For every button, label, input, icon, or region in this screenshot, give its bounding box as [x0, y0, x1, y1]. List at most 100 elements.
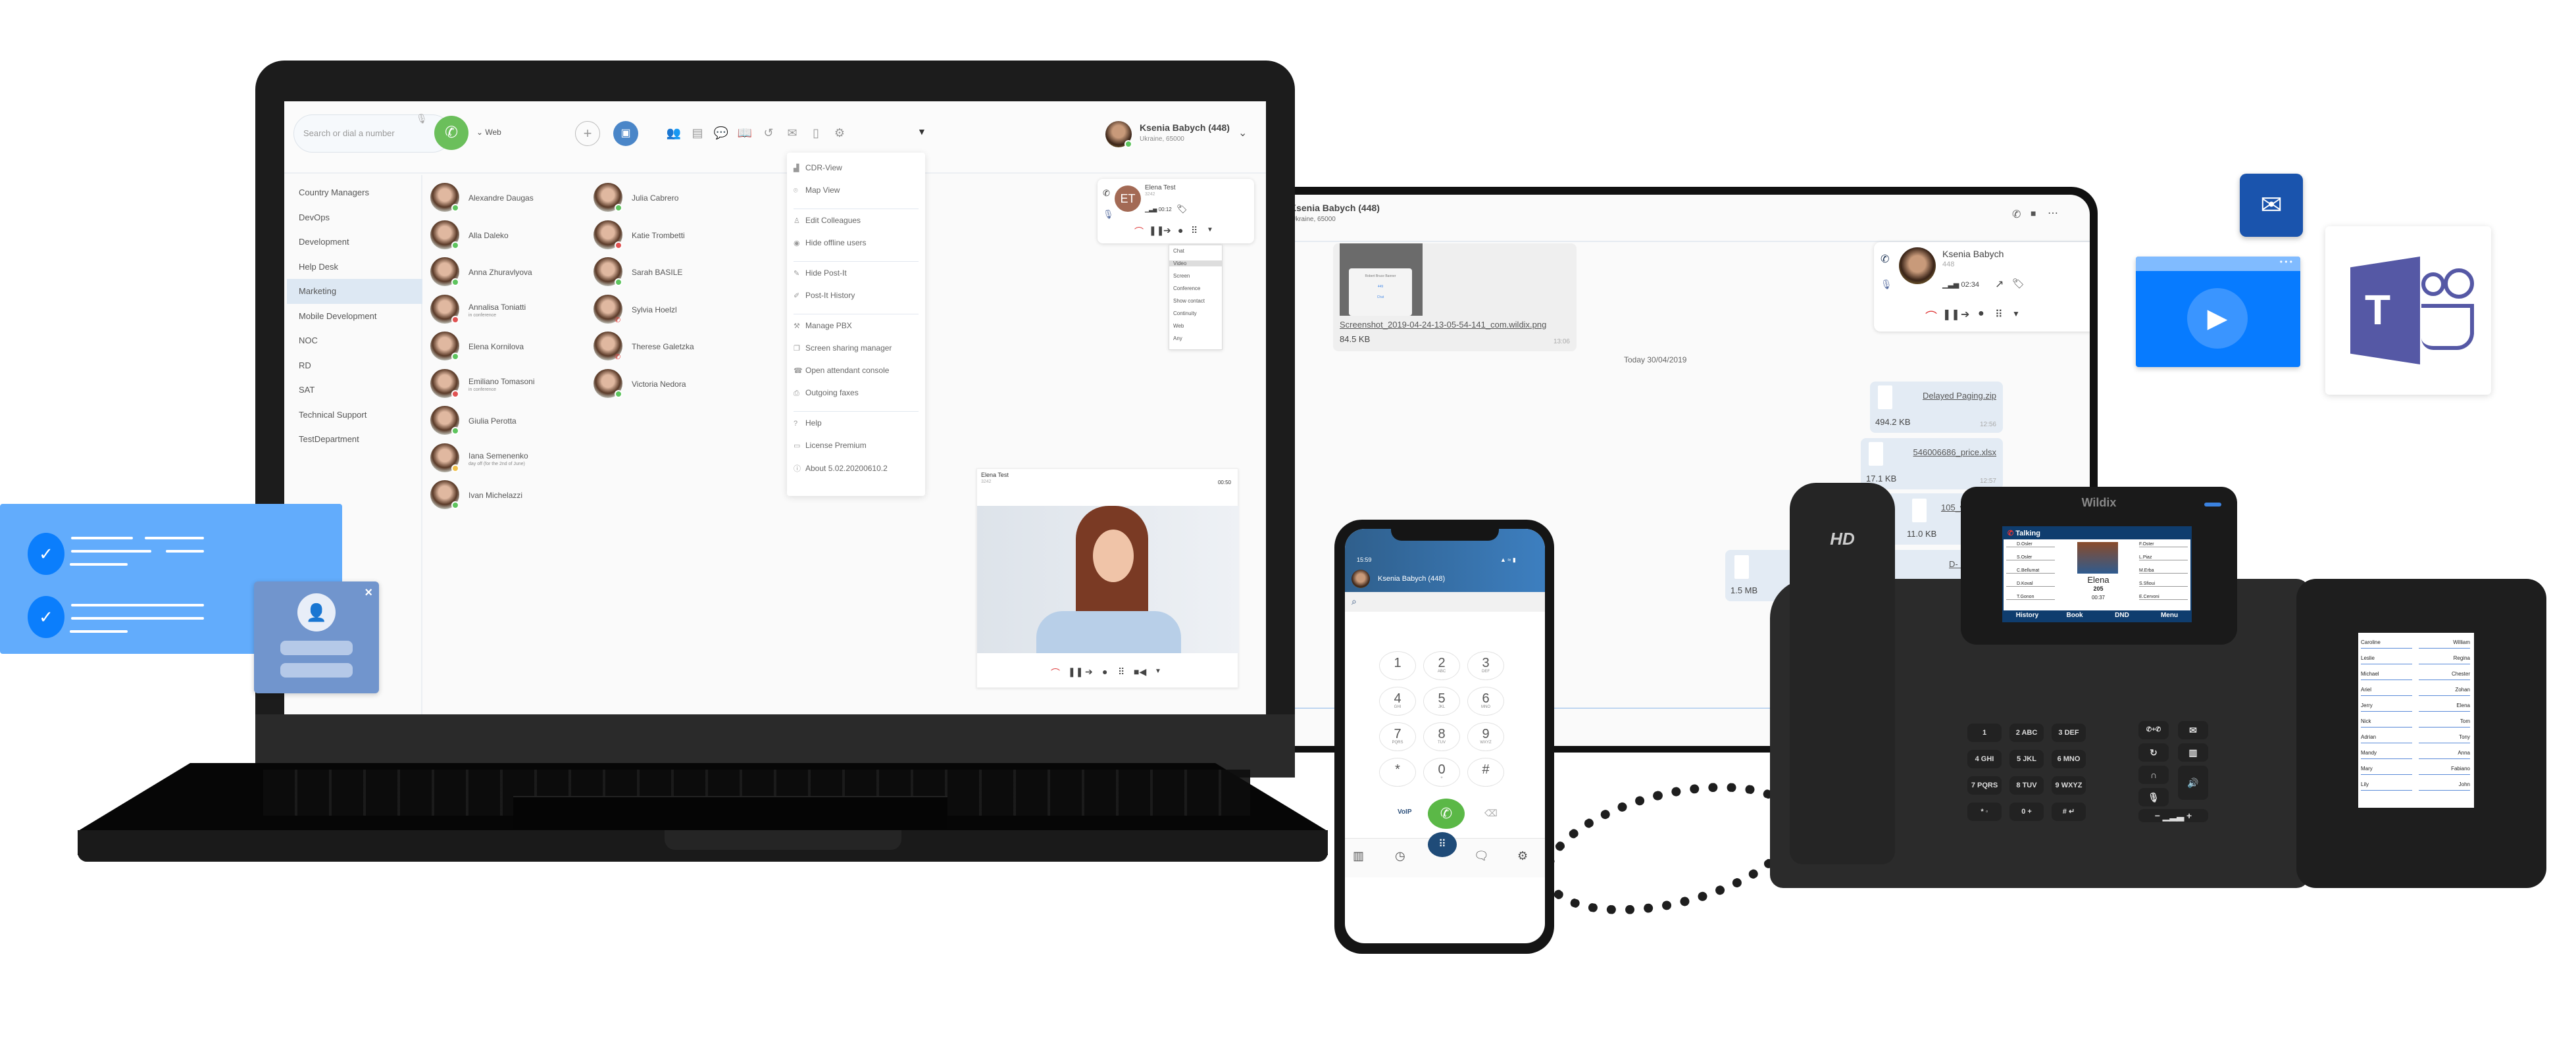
- volume-slider[interactable]: − ▁▂▃ +: [2138, 809, 2208, 822]
- call-button[interactable]: ✆: [434, 116, 468, 150]
- desk-phone-key[interactable]: 8 TUV: [2009, 776, 2044, 795]
- expansion-entry[interactable]: William: [2419, 639, 2470, 649]
- expansion-entry[interactable]: Lily: [2361, 781, 2412, 791]
- blf-entry[interactable]: M.Erba: [2139, 568, 2188, 574]
- speaker-key[interactable]: 🔊: [2178, 766, 2208, 800]
- contact-item[interactable]: Katie Trombetti: [593, 220, 765, 257]
- dialpad-key[interactable]: 0 +: [1423, 758, 1460, 787]
- settings-icon[interactable]: ⚙: [832, 126, 847, 140]
- expansion-entry[interactable]: Fabiano: [2419, 766, 2470, 775]
- hold-button[interactable]: ❚❚: [1068, 666, 1083, 678]
- mobile-call-button[interactable]: ✆: [1428, 799, 1465, 829]
- message-key[interactable]: ✉: [2178, 721, 2208, 739]
- dialpad-key[interactable]: 7 PQRS: [1379, 722, 1416, 751]
- mobile-search-bar[interactable]: ⌕: [1345, 592, 1545, 612]
- sidebar-item-department[interactable]: Mobile Development: [299, 304, 422, 329]
- settings-icon[interactable]: ⚙: [1517, 849, 1528, 863]
- record-button[interactable]: ●: [1178, 225, 1183, 235]
- expansion-entry[interactable]: Elena: [2419, 703, 2470, 712]
- blf-entry[interactable]: E.Cervoni: [2139, 595, 2188, 600]
- call-option-item[interactable]: Show contact: [1173, 298, 1205, 304]
- call-option-item[interactable]: Chat: [1173, 248, 1184, 254]
- more-options-icon[interactable]: ⋯: [2048, 207, 2058, 220]
- sidebar-item-department[interactable]: Country Managers: [299, 180, 422, 205]
- colleagues-icon[interactable]: 👥: [666, 126, 682, 140]
- dialpad-key[interactable]: 4 GHI: [1379, 687, 1416, 716]
- call-more-caret[interactable]: ▼: [1207, 226, 1213, 234]
- screen-share-button[interactable]: ▣: [613, 121, 638, 146]
- external-link-icon[interactable]: ↗: [1995, 278, 2004, 291]
- blf-entry[interactable]: F.Oster: [2139, 542, 2188, 547]
- phonebook-icon[interactable]: ▥: [1353, 849, 1364, 863]
- video-camera-icon[interactable]: ■◀: [1134, 666, 1146, 678]
- chevron-down-icon[interactable]: ⌄: [1238, 126, 1247, 139]
- sidebar-item-department[interactable]: Development: [299, 230, 422, 255]
- desk-phone-key[interactable]: 3 DEF: [2052, 724, 2086, 742]
- menu-item[interactable]: ◉ Hide offline users: [794, 238, 867, 247]
- phonebook-key[interactable]: ▥: [2178, 743, 2208, 762]
- blf-entry[interactable]: S.Osler: [2006, 555, 2055, 560]
- hangup-button[interactable]: ⌒: [1134, 225, 1144, 238]
- contact-item[interactable]: Annalisa Toniatti in conference: [430, 294, 601, 332]
- dialpad-icon[interactable]: ⠿: [1428, 832, 1457, 857]
- dialpad-key[interactable]: 2 ABC: [1423, 651, 1460, 680]
- sidebar-icon[interactable]: ▯: [808, 126, 824, 140]
- desk-phone-key[interactable]: 9 WXYZ: [2052, 776, 2086, 795]
- contact-item[interactable]: Giulia Perotta: [430, 406, 601, 443]
- softkey[interactable]: History: [2004, 612, 2051, 619]
- message-image-attachment[interactable]: Robert Bruce Banner 449 Chat Screenshot_…: [1333, 243, 1577, 351]
- chat-icon[interactable]: 🗨: [1474, 849, 1489, 863]
- contact-item[interactable]: Iana Semenenko day off (for the 2nd of Ju…: [430, 443, 601, 480]
- dialpad-key[interactable]: 1: [1379, 651, 1416, 680]
- expansion-entry[interactable]: Regina: [2419, 655, 2470, 664]
- dialpad-key[interactable]: 8 TUV: [1423, 722, 1460, 751]
- message-file-attachment[interactable]: Delayed Paging.zip 494.2 KB 12:56: [1870, 382, 2003, 433]
- expansion-entry[interactable]: John: [2419, 781, 2470, 791]
- menu-item[interactable]: ✎ Hide Post-It: [794, 268, 847, 278]
- hold-button[interactable]: ❚❚: [1149, 225, 1164, 236]
- contact-item[interactable]: Victoria Nedora: [593, 368, 765, 406]
- user-avatar[interactable]: [1351, 570, 1370, 588]
- menu-item[interactable]: ▭ License Premium: [794, 441, 867, 450]
- menu-item[interactable]: ▟ CDR-View: [794, 163, 842, 172]
- dialpad-key[interactable]: #: [1467, 758, 1504, 787]
- expansion-entry[interactable]: Tom: [2419, 718, 2470, 728]
- tag-icon[interactable]: 🏷: [2012, 278, 2025, 289]
- blf-entry[interactable]: D.Osler: [2006, 542, 2055, 547]
- redial-key[interactable]: ↻: [2138, 743, 2169, 762]
- hold-button[interactable]: ❚❚: [1942, 308, 1960, 321]
- microphone-icon[interactable]: 🎙: [416, 113, 428, 124]
- contact-item[interactable]: Julia Cabrero: [593, 183, 765, 220]
- contact-item[interactable]: Emiliano Tomasoni in conference: [430, 368, 601, 406]
- image-thumbnail[interactable]: Robert Bruce Banner 449 Chat: [1340, 243, 1423, 316]
- phonebook-icon[interactable]: 📖: [737, 126, 753, 140]
- video-camera-icon[interactable]: ■: [2031, 208, 2036, 218]
- expansion-entry[interactable]: Mandy: [2361, 750, 2412, 759]
- expansion-entry[interactable]: Chester: [2419, 671, 2470, 680]
- mute-icon[interactable]: 🎙: [1881, 279, 1892, 290]
- expansion-entry[interactable]: Mary: [2361, 766, 2412, 775]
- phone-icon[interactable]: ✆: [2012, 208, 2021, 221]
- dialpad-key[interactable]: 5 JKL: [1423, 687, 1460, 716]
- menu-item[interactable]: ♙ Edit Colleagues: [794, 216, 861, 225]
- call-more-caret[interactable]: ▼: [2012, 309, 2020, 318]
- blf-entry[interactable]: T.Gonon: [2006, 595, 2055, 600]
- contact-item[interactable]: Elena Kornilova: [430, 332, 601, 368]
- desk-phone-key[interactable]: 5 JKL: [2009, 750, 2044, 768]
- backspace-icon[interactable]: ⌫: [1484, 808, 1498, 819]
- contact-item[interactable]: Sarah BASILE: [593, 257, 765, 294]
- contact-item[interactable]: ✆ Sylvia Hoelzl: [593, 294, 765, 332]
- menu-item[interactable]: ⚒ Manage PBX: [794, 321, 852, 330]
- desk-phone-key[interactable]: 2 ABC: [2009, 724, 2044, 742]
- dialpad-button[interactable]: ⠿: [1118, 666, 1124, 678]
- call-option-item[interactable]: Conference: [1173, 285, 1200, 291]
- record-button[interactable]: ●: [1102, 666, 1107, 677]
- expansion-entry[interactable]: Zohan: [2419, 687, 2470, 696]
- expansion-entry[interactable]: Nick: [2361, 718, 2412, 728]
- record-button[interactable]: ●: [1978, 308, 1984, 320]
- blf-entry[interactable]: L.Piaz: [2139, 555, 2188, 560]
- device-selector[interactable]: ⌄ Web: [476, 128, 501, 137]
- expansion-entry[interactable]: Ariel: [2361, 687, 2412, 696]
- contact-item[interactable]: Ivan Michelazzi: [430, 480, 601, 517]
- file-link[interactable]: 546006686_price.xlsx: [1913, 447, 1996, 457]
